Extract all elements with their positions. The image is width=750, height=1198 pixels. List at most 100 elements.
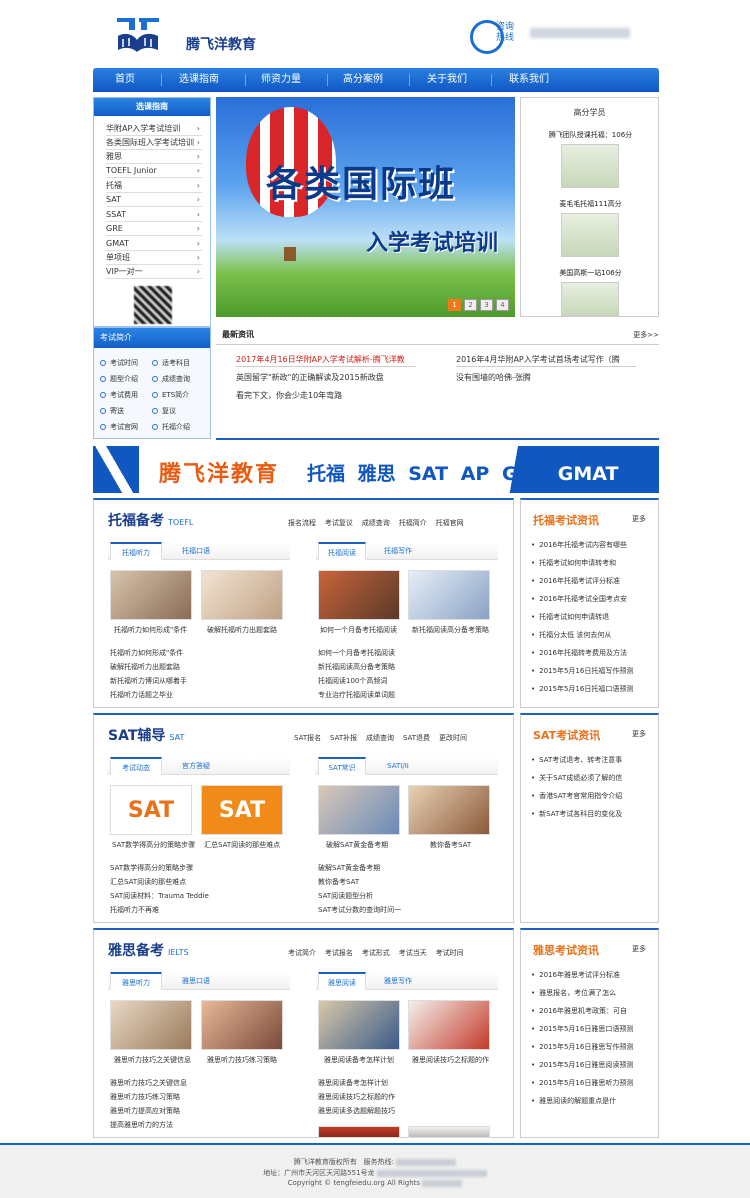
sidebar-item[interactable]: SSAT › <box>106 208 202 222</box>
article-thumbnail[interactable] <box>318 1000 400 1050</box>
news-item[interactable]: 看完下文，你会少走10年弯路 <box>236 390 342 401</box>
tab-toefl-listening[interactable]: 托福听力 <box>110 542 162 560</box>
tab-official-qa[interactable]: 官方答疑 <box>170 757 222 775</box>
section-link[interactable]: SAT报名 <box>294 734 321 742</box>
intro-link[interactable]: 考试官网 <box>100 422 138 432</box>
article-link[interactable]: 托福听力如何形成"条件 <box>110 648 183 658</box>
section-link[interactable]: 考试报名 <box>325 949 353 957</box>
tab-exam-news[interactable]: 考试动态 <box>110 757 162 775</box>
intro-link[interactable]: ETS简介 <box>152 390 189 400</box>
tab-ielts-speaking[interactable]: 雅思口语 <box>170 972 222 990</box>
news-item[interactable]: 英国留学"新政"的正确解读及2015新政盘 <box>236 372 384 383</box>
article-thumbnail[interactable] <box>408 570 490 620</box>
hero-banner[interactable]: 各类国际班 入学考试培训 1234 <box>216 97 515 317</box>
tab-ielts-writing[interactable]: 雅思写作 <box>374 972 422 990</box>
article-link[interactable]: 雅思听力技巧练习策略 <box>110 1092 180 1102</box>
thumb-caption[interactable]: 破解SAT黄金备考期 <box>326 840 388 850</box>
news-link[interactable]: 关于SAT成绩必须了解的信 <box>531 773 622 783</box>
article-link[interactable]: SAT考试分数的查询时间一 <box>318 905 401 915</box>
tab-toefl-writing[interactable]: 托福写作 <box>374 542 422 560</box>
article-link[interactable]: 雅思阅读备考怎样计划 <box>318 1078 388 1088</box>
news-link[interactable]: 2015年5月16日雅思口语预测 <box>531 1024 633 1034</box>
article-link[interactable]: SAT阅读材料：Trauma Teddie <box>110 891 209 901</box>
thumb-caption[interactable]: 新托福阅读高分备考策略 <box>412 625 489 635</box>
news-link[interactable]: SAT考试退考、转考注意事 <box>531 755 622 765</box>
tab-ielts-listening[interactable]: 雅思听力 <box>110 972 162 990</box>
section-link[interactable]: 托福官网 <box>436 519 464 527</box>
article-link[interactable]: 汇总SAT阅读的那些难点 <box>110 877 186 887</box>
score-report-image[interactable] <box>561 144 619 188</box>
news-link[interactable]: 雅思阅读的解题重点是什 <box>531 1096 616 1106</box>
news-link[interactable]: 2015年5月16日托福写作预测 <box>531 666 633 676</box>
news-link[interactable]: 2016年托福考试评分标准 <box>531 576 620 586</box>
tab-ielts-reading[interactable]: 雅思阅读 <box>318 972 366 990</box>
sidebar-item[interactable]: SAT › <box>106 193 202 207</box>
nav-home[interactable]: 首页 <box>115 68 135 92</box>
article-link[interactable]: 新托福听力博词从哪着手 <box>110 676 187 686</box>
section-link[interactable]: 报名流程 <box>288 519 316 527</box>
sidebar-item[interactable]: 托福 › <box>106 179 202 193</box>
article-link[interactable]: 托福听力话题之毕业 <box>110 690 173 700</box>
thumb-caption[interactable]: 雅思阅读备考怎样计划 <box>324 1055 394 1065</box>
pager-dot[interactable]: 3 <box>480 299 493 311</box>
news-link[interactable]: 2016年托福考试全国考点安 <box>531 594 627 604</box>
news-link[interactable]: 2015年5月16日雅思听力预测 <box>531 1078 633 1088</box>
article-link[interactable]: 托福阅读100个高频词 <box>318 676 387 686</box>
news-link[interactable]: 托福考试如何申请转考和 <box>531 558 616 568</box>
tab-sat-1-2[interactable]: SATI/II <box>374 757 422 775</box>
article-link[interactable]: 雅思听力技巧之关键信息 <box>110 1078 187 1088</box>
news-link[interactable]: 2016年托福转考费用及方法 <box>531 648 627 658</box>
tab-sat-basics[interactable]: SAT常识 <box>318 757 366 775</box>
intro-link[interactable]: 考试时间 <box>100 358 138 368</box>
section-link[interactable]: 成绩查询 <box>362 519 390 527</box>
article-link[interactable]: 提高雅思听力的方法 <box>110 1120 173 1130</box>
nav-contact[interactable]: 联系我们 <box>509 68 549 92</box>
more-link[interactable]: 更多>> <box>633 330 659 340</box>
tab-toefl-speaking[interactable]: 托福口语 <box>170 542 222 560</box>
thumb-caption[interactable]: 雅思阅读技巧之标题的作 <box>412 1055 489 1065</box>
article-link[interactable]: 雅思听力提高应对策略 <box>110 1106 180 1116</box>
intro-link[interactable]: 成绩查询 <box>152 374 190 384</box>
article-link[interactable]: 新托福阅读高分备考策略 <box>318 662 395 672</box>
article-thumbnail[interactable] <box>318 785 400 835</box>
news-link[interactable]: 2016年托福考试内容有哪些 <box>531 540 627 550</box>
more-link[interactable]: 更多 <box>632 729 646 739</box>
news-link[interactable]: 托福考试如何申请转退 <box>531 612 609 622</box>
intro-link[interactable]: 复议 <box>152 406 176 416</box>
sidebar-item[interactable]: 各类国际班入学考试培训 › <box>106 136 202 150</box>
thumb-caption[interactable]: 汇总SAT阅读的那些难点 <box>204 840 280 850</box>
section-link[interactable]: 托福简介 <box>399 519 427 527</box>
news-link[interactable]: 2016年雅思机考政策：可自 <box>531 1006 627 1016</box>
article-link[interactable]: 专业治疗托福阅读单词题 <box>318 690 395 700</box>
article-thumbnail[interactable] <box>110 570 192 620</box>
sidebar-item[interactable]: VIP一对一 › <box>106 265 202 279</box>
article-thumbnail[interactable] <box>408 1000 490 1050</box>
sidebar-item[interactable]: GMAT › <box>106 237 202 251</box>
article-link[interactable]: 破解SAT黄金备考期 <box>318 863 380 873</box>
article-thumbnail[interactable] <box>318 1126 400 1138</box>
article-link[interactable]: 破解托福听力出题套路 <box>110 662 180 672</box>
section-link[interactable]: SAT补报 <box>330 734 357 742</box>
news-item[interactable]: 没有围墙的哈佛-张腾 <box>456 372 531 383</box>
intro-link[interactable]: 考试费用 <box>100 390 138 400</box>
more-link[interactable]: 更多 <box>632 514 646 524</box>
news-item[interactable]: 2016年4月华附AP入学考试首场考试写作（腾 <box>456 354 620 365</box>
intro-link[interactable]: 适考科目 <box>152 358 190 368</box>
news-link[interactable]: 新SAT考试各科目的变化及 <box>531 809 622 819</box>
sidebar-item[interactable]: GRE › <box>106 222 202 236</box>
thumb-caption[interactable]: 破解托福听力出题套路 <box>207 625 277 635</box>
article-link[interactable]: 雅思阅读技巧之标题的作 <box>318 1092 395 1102</box>
news-link[interactable]: 2015年5月16日雅思阅读预测 <box>531 1060 633 1070</box>
thumb-caption[interactable]: 如何一个月备考托福阅读 <box>320 625 397 635</box>
intro-link[interactable]: 托福介绍 <box>152 422 190 432</box>
news-link[interactable]: 雅思报名，考位满了怎么 <box>531 988 616 998</box>
article-thumbnail[interactable] <box>318 570 400 620</box>
nav-teachers[interactable]: 师资力量 <box>261 68 301 92</box>
article-link[interactable]: SAT阅读题型分析 <box>318 891 373 901</box>
thumb-caption[interactable]: 雅思听力技巧之关键信息 <box>114 1055 191 1065</box>
thumb-caption[interactable]: 托福听力如何形成"条件 <box>114 625 187 635</box>
more-link[interactable]: 更多 <box>632 944 646 954</box>
sidebar-item[interactable]: TOEFL Junior › <box>106 164 202 178</box>
nav-cases[interactable]: 高分案例 <box>343 68 383 92</box>
article-thumbnail[interactable] <box>110 1000 192 1050</box>
